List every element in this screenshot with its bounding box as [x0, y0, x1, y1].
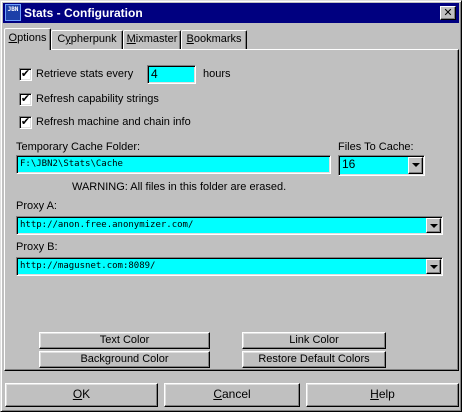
cache-folder-input[interactable]: F:\JBN2\Stats\Cache — [16, 155, 331, 174]
proxy-b-label: Proxy B: — [16, 241, 58, 253]
chevron-down-icon[interactable] — [426, 218, 441, 233]
window-title: Stats - Configuration — [24, 6, 143, 20]
tab-label: ixmaster — [135, 33, 178, 45]
ok-label: O — [72, 387, 83, 401]
proxy-a-label: Proxy A: — [16, 200, 57, 212]
close-icon: ✕ — [443, 7, 453, 19]
tab-bookmarks[interactable]: Bookmarks — [181, 30, 247, 49]
tab-label: pherpunk — [70, 33, 117, 45]
configuration-window: JBN Stats - Configuration ✕ Options Cyph… — [0, 0, 462, 412]
help-label: elp — [378, 387, 395, 401]
refresh-machine-checkbox[interactable]: ✔ — [19, 116, 32, 129]
ok-label: K — [82, 387, 91, 401]
files-to-cache-label: Files To Cache: — [338, 141, 414, 153]
background-color-button[interactable]: Background Color — [39, 351, 210, 368]
tab-label: ookmarks — [193, 33, 242, 45]
retrieve-stats-label: Retrieve stats every — [36, 68, 134, 80]
tab-label: ptions — [17, 32, 47, 44]
refresh-capability-checkbox[interactable]: ✔ — [19, 93, 32, 106]
tab-mixmaster[interactable]: Mixmaster — [123, 30, 181, 49]
tab-options[interactable]: Options — [4, 28, 51, 50]
files-to-cache-value: 16 — [342, 157, 356, 171]
tab-label: B — [186, 33, 194, 45]
tab-label: M — [126, 33, 136, 45]
app-icon[interactable]: JBN — [5, 4, 21, 21]
options-panel: ✔ Retrieve stats every 4 hours ✔ Refresh… — [4, 49, 459, 371]
proxy-a-value: http://anon.free.anonymizer.com/ — [20, 220, 194, 230]
cache-folder-label: Temporary Cache Folder: — [16, 141, 141, 153]
ok-button[interactable]: OK — [5, 383, 158, 407]
chevron-down-icon[interactable] — [408, 157, 423, 174]
help-label: H — [370, 387, 379, 401]
cache-warning-text: WARNING: All files in this folder are er… — [72, 181, 287, 193]
cancel-button[interactable]: Cancel — [164, 383, 300, 407]
tab-label: O — [8, 32, 18, 44]
retrieve-hours-input[interactable]: 4 — [147, 65, 196, 84]
proxy-b-select[interactable]: http://magusnet.com:8089/ — [16, 257, 443, 276]
proxy-b-value: http://magusnet.com:8089/ — [20, 261, 156, 271]
title-bar[interactable]: JBN Stats - Configuration ✕ — [3, 3, 459, 23]
refresh-capability-label: Refresh capability strings — [36, 93, 159, 105]
link-color-button[interactable]: Link Color — [242, 332, 386, 349]
retrieve-stats-checkbox[interactable]: ✔ — [19, 68, 32, 81]
tab-cypherpunk[interactable]: Cypherpunk — [51, 30, 123, 49]
text-color-button[interactable]: Text Color — [39, 332, 210, 349]
close-button[interactable]: ✕ — [440, 6, 456, 20]
refresh-machine-label: Refresh machine and chain info — [36, 116, 191, 128]
help-button[interactable]: Help — [306, 383, 459, 407]
cancel-label: ancel — [221, 387, 251, 401]
hours-label: hours — [203, 68, 231, 80]
restore-default-colors-button[interactable]: Restore Default Colors — [242, 351, 386, 368]
cancel-label: C — [213, 387, 222, 401]
chevron-down-icon[interactable] — [426, 259, 441, 274]
files-to-cache-select[interactable]: 16 — [338, 155, 425, 176]
proxy-a-select[interactable]: http://anon.free.anonymizer.com/ — [16, 216, 443, 235]
